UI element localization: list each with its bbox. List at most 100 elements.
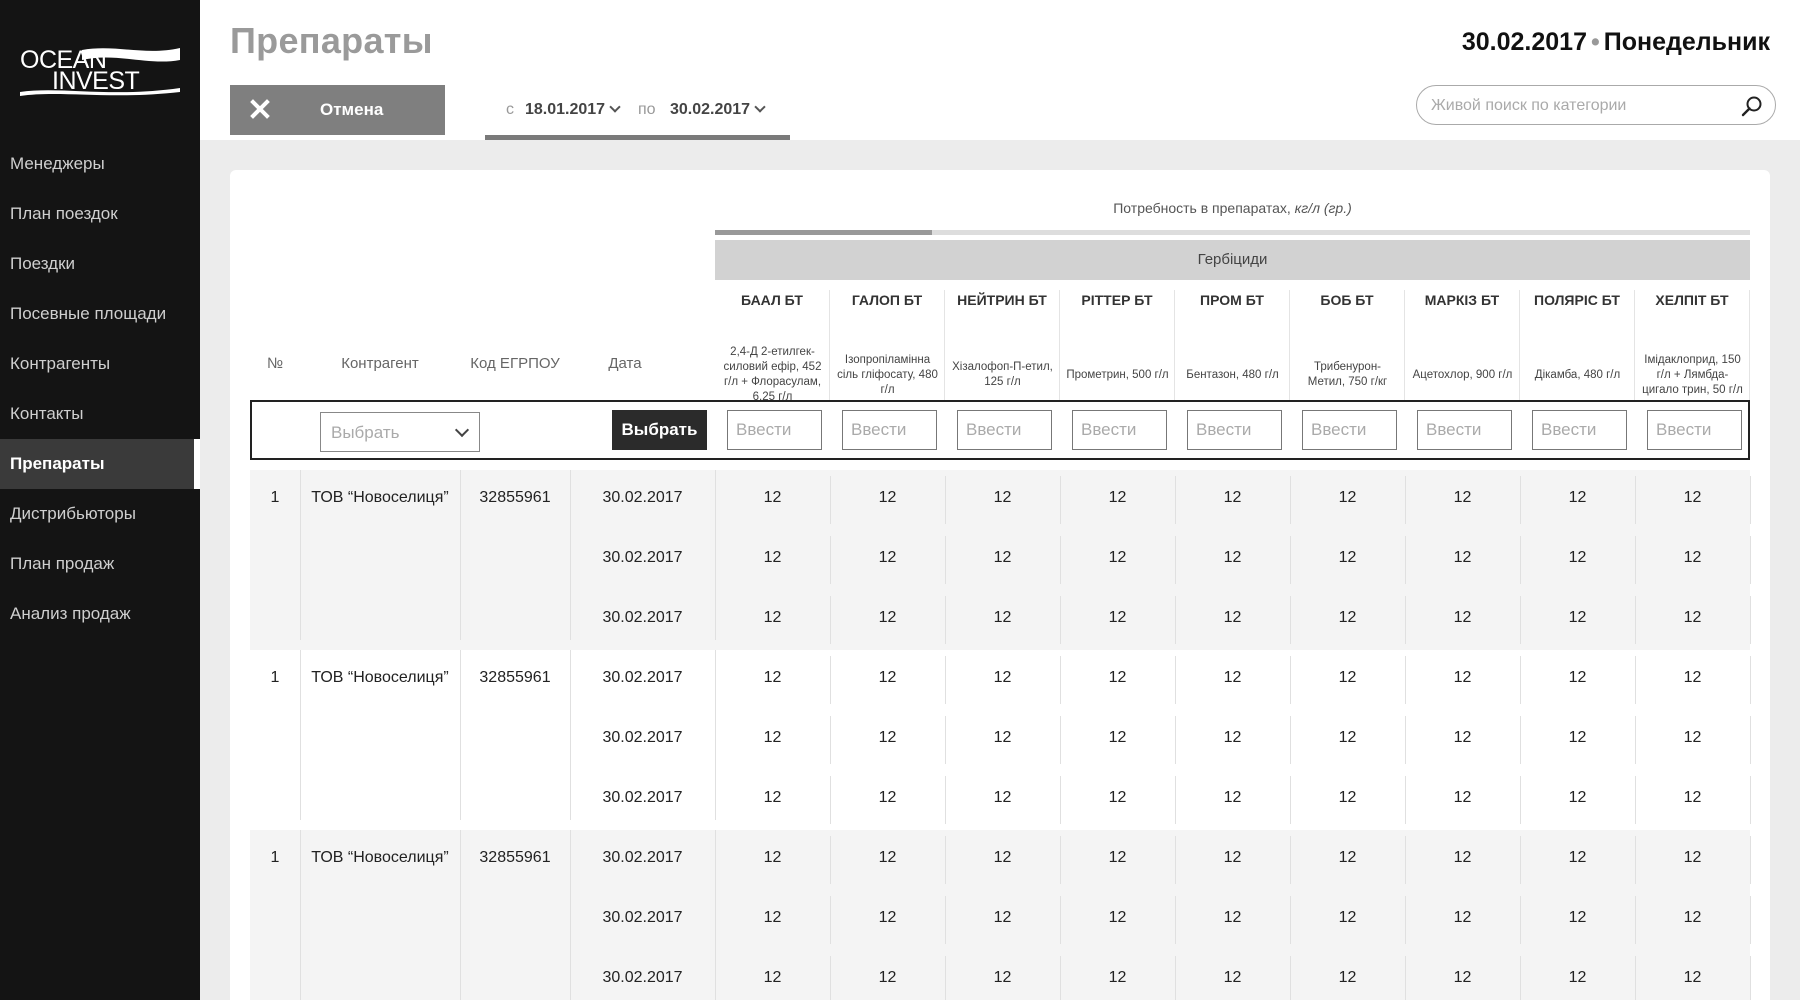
sidebar-item[interactable]: Контакты	[0, 389, 200, 439]
quantity-cell[interactable]: 12	[1060, 609, 1175, 627]
sidebar-item[interactable]: Контрагенты	[0, 339, 200, 389]
search-icon[interactable]	[1741, 95, 1763, 117]
quantity-cell[interactable]: 12	[1635, 669, 1750, 687]
quantity-cell[interactable]: 12	[830, 729, 945, 747]
quantity-cell[interactable]: 12	[945, 609, 1060, 627]
quantity-cell[interactable]: 12	[830, 789, 945, 807]
quantity-cell[interactable]: 12	[830, 609, 945, 627]
quantity-cell[interactable]: 12	[1520, 969, 1635, 987]
sidebar-item[interactable]: Препараты	[0, 439, 200, 489]
quantity-cell[interactable]: 12	[945, 549, 1060, 567]
quantity-cell[interactable]: 12	[1405, 969, 1520, 987]
quantity-cell[interactable]: 12	[1635, 909, 1750, 927]
sidebar-item[interactable]: Менеджеры	[0, 139, 200, 189]
quantity-cell[interactable]: 12	[1520, 609, 1635, 627]
quantity-cell[interactable]: 12	[945, 849, 1060, 867]
quantity-cell[interactable]: 12	[715, 549, 830, 567]
quantity-cell[interactable]: 12	[1290, 669, 1405, 687]
quantity-cell[interactable]: 12	[830, 969, 945, 987]
quantity-cell[interactable]: 12	[1175, 549, 1290, 567]
contractor-name[interactable]: ТОВ “Новоселиця”	[300, 849, 460, 867]
quantity-cell[interactable]: 12	[1635, 789, 1750, 807]
sidebar-item[interactable]: План продаж	[0, 539, 200, 589]
quantity-cell[interactable]: 12	[1290, 849, 1405, 867]
quantity-cell[interactable]: 12	[1405, 609, 1520, 627]
quantity-cell[interactable]: 12	[1290, 789, 1405, 807]
quantity-cell[interactable]: 12	[1060, 489, 1175, 507]
quantity-cell[interactable]: 12	[1290, 969, 1405, 987]
drug-quantity-input[interactable]	[842, 410, 937, 450]
quantity-cell[interactable]: 12	[715, 669, 830, 687]
quantity-cell[interactable]: 12	[1520, 849, 1635, 867]
drug-quantity-input[interactable]	[957, 410, 1052, 450]
date-to-dropdown[interactable]: 30.02.2017	[670, 101, 766, 119]
sidebar-item[interactable]: Дистрибьюторы	[0, 489, 200, 539]
quantity-cell[interactable]: 12	[1060, 969, 1175, 987]
quantity-cell[interactable]: 12	[945, 969, 1060, 987]
quantity-cell[interactable]: 12	[1405, 549, 1520, 567]
quantity-cell[interactable]: 12	[1290, 909, 1405, 927]
quantity-cell[interactable]: 12	[715, 909, 830, 927]
quantity-cell[interactable]: 12	[1405, 669, 1520, 687]
sidebar-item[interactable]: План поездок	[0, 189, 200, 239]
quantity-cell[interactable]: 12	[1520, 489, 1635, 507]
quantity-cell[interactable]: 12	[1290, 489, 1405, 507]
contractor-select[interactable]: Выбрать	[320, 412, 480, 452]
quantity-cell[interactable]: 12	[715, 609, 830, 627]
quantity-cell[interactable]: 12	[1520, 669, 1635, 687]
quantity-cell[interactable]: 12	[830, 849, 945, 867]
quantity-cell[interactable]: 12	[1635, 549, 1750, 567]
quantity-cell[interactable]: 12	[715, 729, 830, 747]
quantity-cell[interactable]: 12	[1520, 909, 1635, 927]
quantity-cell[interactable]: 12	[1635, 729, 1750, 747]
horizontal-scrollbar[interactable]	[715, 230, 1750, 235]
contractor-name[interactable]: ТОВ “Новоселиця”	[300, 489, 460, 507]
pick-date-button[interactable]: Выбрать	[612, 410, 707, 450]
scrollbar-thumb[interactable]	[715, 230, 933, 235]
quantity-cell[interactable]: 12	[830, 489, 945, 507]
sidebar-item[interactable]: Поездки	[0, 239, 200, 289]
quantity-cell[interactable]: 12	[1290, 549, 1405, 567]
sidebar-item[interactable]: Анализ продаж	[0, 589, 200, 639]
quantity-cell[interactable]: 12	[830, 669, 945, 687]
quantity-cell[interactable]: 12	[1175, 669, 1290, 687]
quantity-cell[interactable]: 12	[1635, 609, 1750, 627]
drug-quantity-input[interactable]	[1647, 410, 1742, 450]
date-from-dropdown[interactable]: 18.01.2017	[525, 101, 621, 119]
quantity-cell[interactable]: 12	[1635, 969, 1750, 987]
quantity-cell[interactable]: 12	[1405, 729, 1520, 747]
quantity-cell[interactable]: 12	[1060, 789, 1175, 807]
quantity-cell[interactable]: 12	[1405, 789, 1520, 807]
quantity-cell[interactable]: 12	[1175, 609, 1290, 627]
quantity-cell[interactable]: 12	[1060, 729, 1175, 747]
drug-quantity-input[interactable]	[727, 410, 822, 450]
drug-quantity-input[interactable]	[1532, 410, 1627, 450]
quantity-cell[interactable]: 12	[1405, 849, 1520, 867]
quantity-cell[interactable]: 12	[830, 909, 945, 927]
quantity-cell[interactable]: 12	[945, 789, 1060, 807]
quantity-cell[interactable]: 12	[715, 489, 830, 507]
drug-quantity-input[interactable]	[1072, 410, 1167, 450]
quantity-cell[interactable]: 12	[715, 969, 830, 987]
quantity-cell[interactable]: 12	[1060, 909, 1175, 927]
drug-quantity-input[interactable]	[1417, 410, 1512, 450]
quantity-cell[interactable]: 12	[945, 729, 1060, 747]
drug-quantity-input[interactable]	[1187, 410, 1282, 450]
quantity-cell[interactable]: 12	[830, 549, 945, 567]
quantity-cell[interactable]: 12	[1635, 489, 1750, 507]
quantity-cell[interactable]: 12	[1290, 609, 1405, 627]
quantity-cell[interactable]: 12	[945, 909, 1060, 927]
quantity-cell[interactable]: 12	[1175, 729, 1290, 747]
quantity-cell[interactable]: 12	[1175, 849, 1290, 867]
drug-quantity-input[interactable]	[1302, 410, 1397, 450]
quantity-cell[interactable]: 12	[1060, 669, 1175, 687]
quantity-cell[interactable]: 12	[1060, 549, 1175, 567]
quantity-cell[interactable]: 12	[1290, 729, 1405, 747]
quantity-cell[interactable]: 12	[1520, 729, 1635, 747]
cancel-button[interactable]: Отмена	[230, 85, 445, 135]
quantity-cell[interactable]: 12	[1520, 789, 1635, 807]
quantity-cell[interactable]: 12	[945, 669, 1060, 687]
sidebar-item[interactable]: Посевные площади	[0, 289, 200, 339]
quantity-cell[interactable]: 12	[1175, 789, 1290, 807]
contractor-name[interactable]: ТОВ “Новоселиця”	[300, 669, 460, 687]
